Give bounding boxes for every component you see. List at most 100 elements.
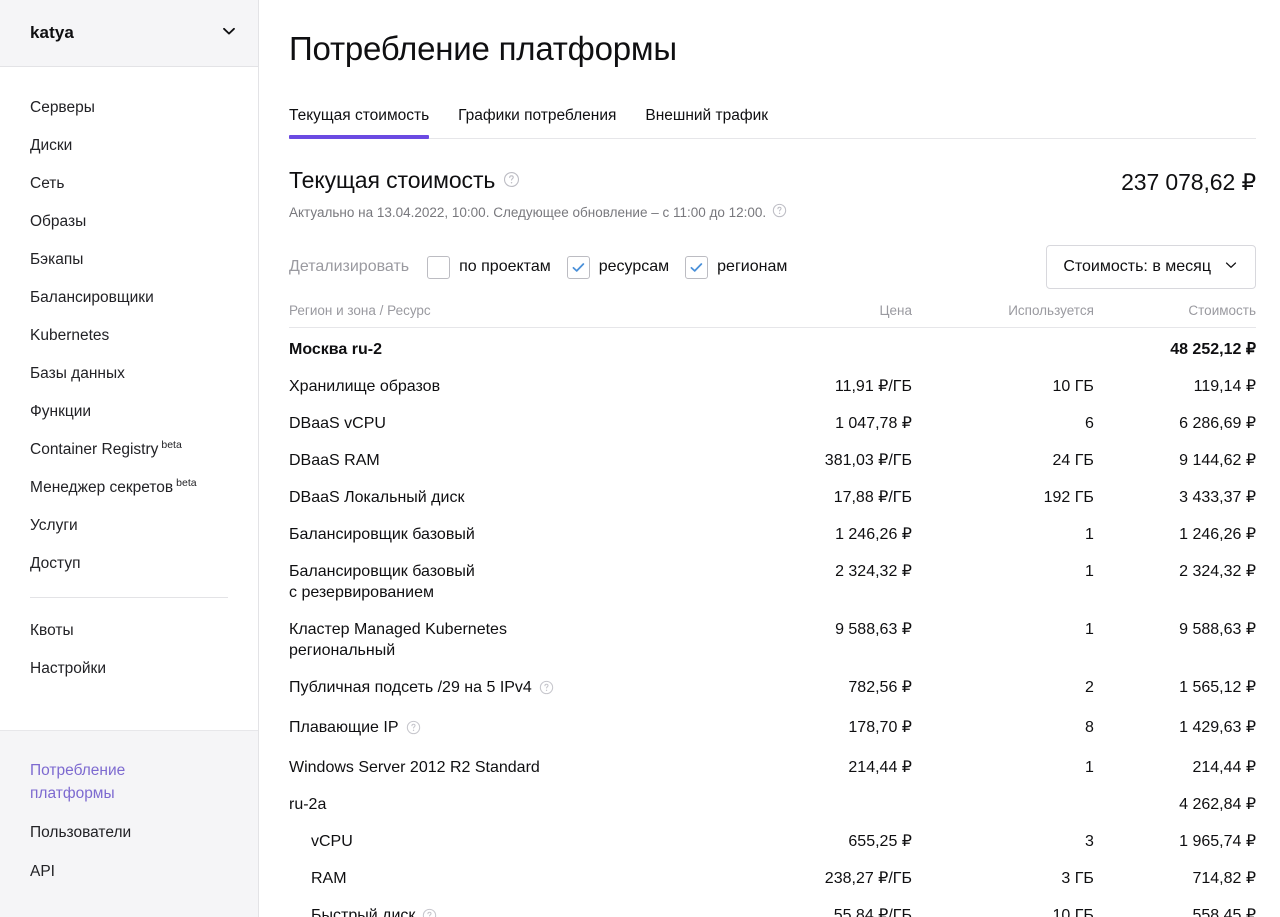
sidebar-footer-item-0[interactable]: Потребление платформы bbox=[0, 759, 258, 805]
filter-checkbox-2[interactable]: регионам bbox=[685, 256, 787, 279]
table-row: Быстрый диск55,84 ₽/ГБ10 ГБ558,45 ₽ bbox=[289, 897, 1256, 917]
sidebar-footer: Потребление платформы Пользователи API bbox=[0, 730, 258, 917]
sidebar-item-7[interactable]: Базы данных bbox=[0, 355, 258, 393]
sidebar-item-4[interactable]: Бэкапы bbox=[0, 241, 258, 279]
cell-price: 55,84 ₽/ГБ bbox=[733, 897, 912, 917]
sidebar-item-2[interactable]: Сеть bbox=[0, 165, 258, 203]
table-row: Windows Server 2012 R2 Standard214,44 ₽1… bbox=[289, 749, 1256, 786]
sidebar-item-3[interactable]: Образы bbox=[0, 203, 258, 241]
sidebar-item-9[interactable]: Container Registrybeta bbox=[0, 431, 258, 469]
resource-name-text: Плавающие IP bbox=[289, 717, 399, 738]
account-switcher[interactable]: katya bbox=[0, 0, 258, 67]
sidebar-spacer bbox=[0, 688, 258, 730]
cell-price: 782,56 ₽ bbox=[733, 669, 912, 709]
cell-cost: 9 588,63 ₽ bbox=[1094, 611, 1256, 669]
sidebar-item-label: Услуги bbox=[30, 517, 78, 534]
sidebar-item-5[interactable]: Балансировщики bbox=[0, 279, 258, 317]
cell-resource-name: Плавающие IP bbox=[289, 709, 733, 749]
table-row: DBaaS RAM381,03 ₽/ГБ24 ГБ9 144,62 ₽ bbox=[289, 442, 1256, 479]
chevron-down-icon bbox=[1223, 257, 1239, 278]
help-circle-icon[interactable] bbox=[503, 167, 520, 194]
cell-used: 1 bbox=[912, 553, 1094, 611]
cell-used: 10 ГБ bbox=[912, 897, 1094, 917]
tab-bar: Текущая стоимость Графики потребления Вн… bbox=[289, 98, 1256, 139]
resource-name-text: RAM bbox=[311, 868, 347, 889]
tab-external-traffic[interactable]: Внешний трафик bbox=[645, 107, 768, 138]
column-header-used: Используется bbox=[912, 303, 1094, 328]
resource-name-text: Кластер Managed Kubernetes региональный bbox=[289, 619, 507, 661]
app-root: katya Серверы Диски Сеть Образы Бэкапы Баланс… bbox=[0, 0, 1280, 917]
table-row: RAM238,27 ₽/ГБ3 ГБ714,82 ₽ bbox=[289, 860, 1256, 897]
sidebar-item-label: Kubernetes bbox=[30, 327, 109, 344]
cell-price: 11,91 ₽/ГБ bbox=[733, 368, 912, 405]
cell-price: 381,03 ₽/ГБ bbox=[733, 442, 912, 479]
cell-resource-name: Москва ru-2 bbox=[289, 328, 733, 369]
help-circle-icon[interactable] bbox=[406, 717, 421, 741]
cell-cost: 558,45 ₽ bbox=[1094, 897, 1256, 917]
cell-price bbox=[733, 786, 912, 823]
cost-table: Регион и зона / Ресурс Цена Используется… bbox=[289, 303, 1256, 917]
resource-name-text: Балансировщик базовый bbox=[289, 524, 475, 545]
main-content: Потребление платформы Текущая стоимость … bbox=[259, 0, 1280, 917]
resource-name-text: Хранилище образов bbox=[289, 376, 440, 397]
cell-price: 9 588,63 ₽ bbox=[733, 611, 912, 669]
filter-checkbox-label: регионам bbox=[717, 258, 787, 276]
cell-resource-name: vCPU bbox=[289, 823, 733, 860]
cell-price: 1 246,26 ₽ bbox=[733, 516, 912, 553]
sidebar-item-label: Серверы bbox=[30, 99, 95, 116]
sidebar-item-extra-1[interactable]: Настройки bbox=[0, 650, 258, 688]
beta-badge: beta bbox=[161, 439, 181, 451]
sidebar-item-12[interactable]: Доступ bbox=[0, 545, 258, 583]
checkbox-checked-icon[interactable] bbox=[567, 256, 590, 279]
table-group-row: Москва ru-2 48 252,12 ₽ bbox=[289, 328, 1256, 369]
sidebar-item-label: Бэкапы bbox=[30, 251, 83, 268]
cell-used: 192 ГБ bbox=[912, 479, 1094, 516]
resource-name-text: Публичная подсеть /29 на 5 IPv4 bbox=[289, 677, 532, 698]
cell-price: 238,27 ₽/ГБ bbox=[733, 860, 912, 897]
table-row: Публичная подсеть /29 на 5 IPv4782,56 ₽2… bbox=[289, 669, 1256, 709]
sidebar-item-6[interactable]: Kubernetes bbox=[0, 317, 258, 355]
sidebar-item-1[interactable]: Диски bbox=[0, 127, 258, 165]
sidebar-item-label: Диски bbox=[30, 137, 72, 154]
filter-checkbox-0[interactable]: по проектам bbox=[427, 256, 551, 279]
cell-cost: 214,44 ₽ bbox=[1094, 749, 1256, 786]
cell-price: 178,70 ₽ bbox=[733, 709, 912, 749]
summary-section: Текущая стоимость Актуально на 13.04.202… bbox=[289, 167, 1256, 221]
cell-resource-name: Публичная подсеть /29 на 5 IPv4 bbox=[289, 669, 733, 709]
cell-used: 6 bbox=[912, 405, 1094, 442]
cell-resource-name: Windows Server 2012 R2 Standard bbox=[289, 749, 733, 786]
help-circle-icon[interactable] bbox=[772, 203, 787, 221]
sidebar-item-label: Функции bbox=[30, 403, 91, 420]
cell-cost: 48 252,12 ₽ bbox=[1094, 328, 1256, 369]
cell-resource-name: Быстрый диск bbox=[289, 897, 733, 917]
help-circle-icon[interactable] bbox=[539, 677, 554, 701]
sidebar-item-10[interactable]: Менеджер секретовbeta bbox=[0, 469, 258, 507]
sidebar-item-0[interactable]: Серверы bbox=[0, 89, 258, 127]
sidebar-item-8[interactable]: Функции bbox=[0, 393, 258, 431]
resource-name-text: ru-2a bbox=[289, 794, 326, 815]
tab-usage-charts[interactable]: Графики потребления bbox=[458, 107, 616, 138]
sidebar-item-extra-0[interactable]: Квоты bbox=[0, 612, 258, 650]
cell-price: 655,25 ₽ bbox=[733, 823, 912, 860]
help-circle-icon[interactable] bbox=[422, 905, 437, 917]
cost-table-head: Регион и зона / Ресурс Цена Используется… bbox=[289, 303, 1256, 328]
sidebar-item-11[interactable]: Услуги bbox=[0, 507, 258, 545]
sidebar-item-label: Образы bbox=[30, 213, 86, 230]
table-row: DBaaS vCPU1 047,78 ₽66 286,69 ₽ bbox=[289, 405, 1256, 442]
sidebar-item-label: Менеджер секретов bbox=[30, 479, 173, 496]
checkbox-unchecked-icon[interactable] bbox=[427, 256, 450, 279]
table-row: Хранилище образов11,91 ₽/ГБ10 ГБ119,14 ₽ bbox=[289, 368, 1256, 405]
sidebar-footer-item-2[interactable]: API bbox=[0, 860, 258, 883]
table-row: vCPU655,25 ₽31 965,74 ₽ bbox=[289, 823, 1256, 860]
cell-used: 8 bbox=[912, 709, 1094, 749]
sidebar-footer-item-1[interactable]: Пользователи bbox=[0, 821, 258, 844]
cell-used: 3 bbox=[912, 823, 1094, 860]
cost-period-select[interactable]: Стоимость: в месяц bbox=[1046, 245, 1256, 289]
summary-left: Текущая стоимость Актуально на 13.04.202… bbox=[289, 167, 1121, 221]
tab-current-cost[interactable]: Текущая стоимость bbox=[289, 107, 429, 138]
cell-used: 24 ГБ bbox=[912, 442, 1094, 479]
column-header-price: Цена bbox=[733, 303, 912, 328]
filter-checkbox-1[interactable]: ресурсам bbox=[567, 256, 669, 279]
chevron-down-icon bbox=[220, 22, 238, 45]
checkbox-checked-icon[interactable] bbox=[685, 256, 708, 279]
